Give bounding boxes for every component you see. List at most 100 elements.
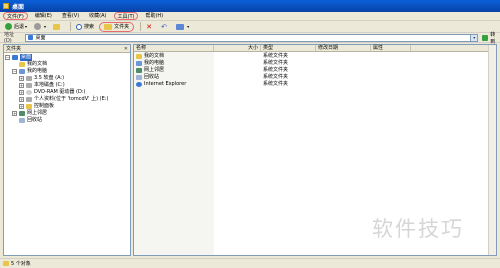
tree-item-label: 网上邻居 <box>27 110 48 116</box>
folder-icon <box>3 261 9 266</box>
hard-drive-icon <box>26 83 32 88</box>
toolbar: 后退 ▾ ▾ 搜索 文件夹 ✕ ↶ ▾ <box>0 21 500 33</box>
file-type: 系统文件夹 <box>263 81 289 87</box>
list-item[interactable]: 网上邻居 系统文件夹 <box>134 67 496 74</box>
floppy-drive-icon <box>26 76 32 81</box>
folders-label: 文件夹 <box>114 24 130 30</box>
expand-icon[interactable]: + <box>19 83 24 88</box>
chevron-down-icon: ▾ <box>187 24 190 29</box>
column-header-attributes[interactable]: 属性 <box>371 45 411 51</box>
status-bar: 5 个对象 <box>0 258 500 268</box>
list-item[interactable]: Internet Explorer 系统文件夹 <box>134 81 496 88</box>
forward-button[interactable]: ▾ <box>32 22 48 32</box>
desktop-icon <box>3 3 9 9</box>
menu-tools[interactable]: 工具(T) <box>113 12 139 20</box>
recycle-bin-icon <box>136 75 142 80</box>
title-bar[interactable]: 桌面 <box>0 0 500 12</box>
list-item[interactable]: 我的电脑 系统文件夹 <box>134 60 496 67</box>
tree-item-personal-data[interactable]: + 个人资料(位于 'tomcdV' 上) (E:) <box>4 96 130 103</box>
tree-item-label: DVD-RAM 驱动器 (D:) <box>34 89 86 95</box>
list-item[interactable]: 回收站 系统文件夹 <box>134 74 496 81</box>
address-value: 桌面 <box>35 35 46 41</box>
collapse-icon[interactable]: − <box>5 55 10 60</box>
file-type: 系统文件夹 <box>263 53 289 59</box>
recycle-bin-icon <box>19 118 25 123</box>
tree-item-recycle-bin[interactable]: 回收站 <box>4 117 130 124</box>
undo-button[interactable]: ↶ <box>159 22 171 32</box>
menu-edit[interactable]: 编辑(E) <box>32 12 55 20</box>
tree-item-floppy[interactable]: + 3.5 软盘 (A:) <box>4 75 130 82</box>
menu-bar: 文件(F) 编辑(E) 查看(V) 收藏(A) 工具(T) 帮助(H) <box>0 12 500 21</box>
file-name: 我的电脑 <box>144 60 165 66</box>
watermark: 软件技巧 <box>372 217 464 241</box>
collapse-icon[interactable]: − <box>12 69 17 74</box>
expand-icon[interactable]: + <box>19 90 24 95</box>
up-folder-button[interactable] <box>51 22 64 32</box>
status-text: 5 个对象 <box>11 261 31 267</box>
file-name: 我的文档 <box>144 53 165 59</box>
tree-item-label: 本地磁盘 (C:) <box>34 82 65 88</box>
expand-icon[interactable]: + <box>19 104 24 109</box>
tree-item-local-disk[interactable]: + 本地磁盘 (C:) <box>4 82 130 89</box>
folders-button[interactable]: 文件夹 <box>99 21 135 32</box>
menu-file[interactable]: 文件(F) <box>3 12 28 20</box>
column-header-name[interactable]: 名称 <box>134 45 214 51</box>
list-item[interactable]: 我的文档 系统文件夹 <box>134 53 496 60</box>
delete-button[interactable]: ✕ <box>144 22 156 32</box>
search-button[interactable]: 搜索 <box>74 22 96 32</box>
tree-item-label: 3.5 软盘 (A:) <box>34 75 65 81</box>
address-bar: 地址(D) 桌面 ▾ 转到 <box>0 31 500 45</box>
ie-icon <box>136 82 142 87</box>
network-drive-icon <box>26 97 32 102</box>
folder-tree-title: 文件夹 <box>6 46 22 52</box>
menu-view[interactable]: 查看(V) <box>59 12 82 20</box>
tree-item-desktop[interactable]: − 桌面 <box>4 54 130 61</box>
chevron-down-icon: ▾ <box>44 24 47 29</box>
tree-item-label: 回收站 <box>27 117 43 123</box>
computer-icon <box>19 69 25 74</box>
computer-icon <box>136 61 142 66</box>
window-title: 桌面 <box>12 3 25 11</box>
back-button[interactable]: 后退 ▾ <box>3 22 29 32</box>
desktop-icon <box>28 35 34 40</box>
back-arrow-icon <box>5 23 12 30</box>
tree-item-label: 桌面 <box>20 54 33 61</box>
file-name: 网上邻居 <box>144 67 165 73</box>
column-header-filler <box>411 45 496 51</box>
toolbar-separator <box>140 22 142 31</box>
folder-icon <box>19 62 25 67</box>
network-icon <box>19 111 25 116</box>
address-field[interactable]: 桌面 ▾ <box>25 33 479 42</box>
expand-icon[interactable]: + <box>19 97 24 102</box>
column-header-type[interactable]: 类型 <box>261 45 316 51</box>
tree-item-control-panel[interactable]: + 控制面板 <box>4 103 130 110</box>
tree-item-label: 个人资料(位于 'tomcdV' 上) (E:) <box>34 96 109 102</box>
chevron-down-icon: ▾ <box>25 24 28 29</box>
views-button[interactable]: ▾ <box>174 22 191 32</box>
menu-help[interactable]: 帮助(H) <box>142 12 166 20</box>
column-headers: 名称 大小 类型 修改日期 属性 <box>134 45 496 52</box>
delete-icon: ✕ <box>146 22 153 31</box>
go-button[interactable]: 转到 <box>482 31 500 45</box>
tree-item-my-computer[interactable]: − 我的电脑 <box>4 68 130 75</box>
expand-icon[interactable]: + <box>19 76 24 81</box>
column-header-modified[interactable]: 修改日期 <box>316 45 371 51</box>
file-type: 系统文件夹 <box>263 74 289 80</box>
file-type: 系统文件夹 <box>263 60 289 66</box>
file-type: 系统文件夹 <box>263 67 289 73</box>
column-header-size[interactable]: 大小 <box>214 45 261 51</box>
folder-tree-pane: 文件夹 ✕ − 桌面 我的文档 − 我的电脑 + 3.5 软盘 (A:) + 本… <box>3 44 131 256</box>
tree-item-my-documents[interactable]: 我的文档 <box>4 61 130 68</box>
file-name: 回收站 <box>144 74 160 80</box>
menu-favorites[interactable]: 收藏(A) <box>86 12 109 20</box>
views-icon <box>176 23 185 30</box>
vertical-scrollbar[interactable] <box>488 45 496 255</box>
tree-item-network[interactable]: + 网上邻居 <box>4 110 130 117</box>
tree-item-dvd-drive[interactable]: + DVD-RAM 驱动器 (D:) <box>4 89 130 96</box>
network-icon <box>136 68 142 73</box>
address-dropdown-button[interactable]: ▾ <box>470 34 478 41</box>
expand-icon[interactable]: + <box>12 111 17 116</box>
folder-icon <box>104 23 113 30</box>
tree-item-label: 控制面板 <box>34 103 55 109</box>
close-icon[interactable]: ✕ <box>124 46 128 52</box>
